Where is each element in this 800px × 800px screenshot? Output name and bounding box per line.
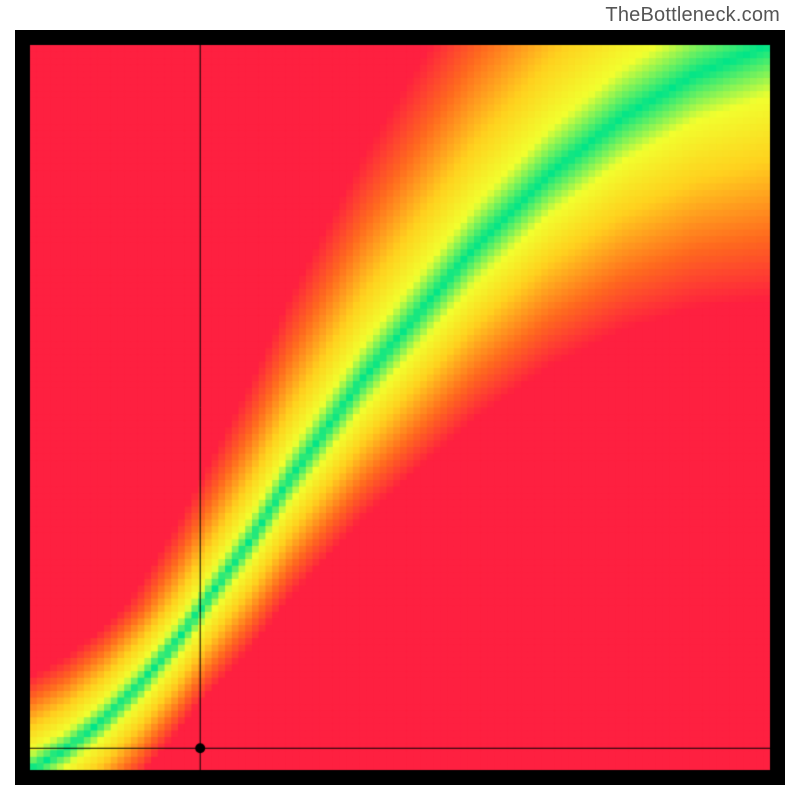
bottleneck-heatmap: [15, 30, 785, 785]
heatmap-canvas: [15, 30, 785, 785]
attribution-label: TheBottleneck.com: [605, 4, 780, 27]
